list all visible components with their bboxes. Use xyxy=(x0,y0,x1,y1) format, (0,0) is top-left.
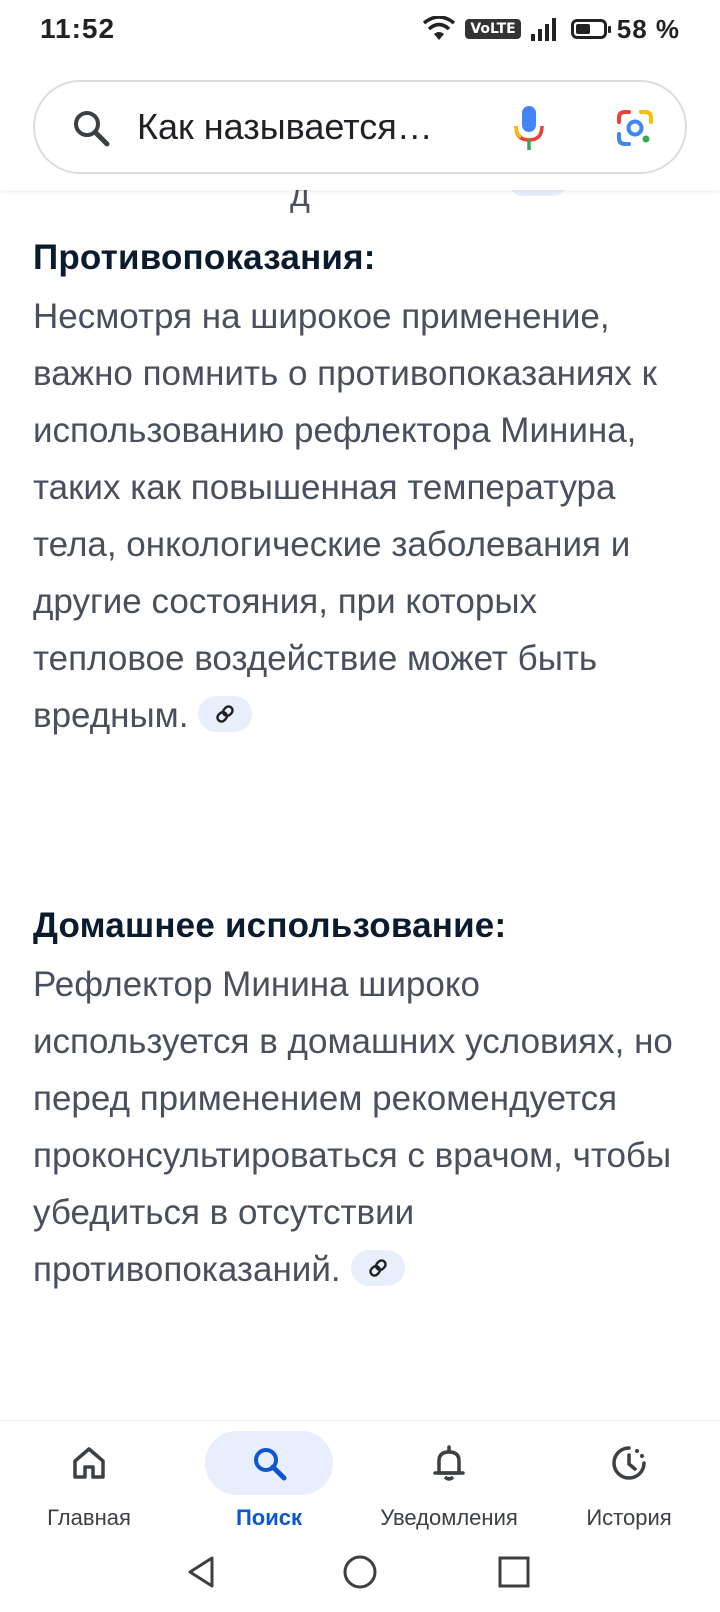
volte-badge: VoLTE xyxy=(465,19,521,39)
source-link-chip[interactable] xyxy=(198,695,253,732)
clipped-link-chip[interactable] xyxy=(510,190,566,196)
battery-fill xyxy=(575,24,590,34)
section-contraindications: Противопоказания: Несмотря на широкое пр… xyxy=(33,238,693,744)
search-bar[interactable]: Как называется… xyxy=(33,80,687,174)
nav-label: Уведомления xyxy=(380,1505,518,1530)
section-text: Несмотря на широкое применение, важно по… xyxy=(33,297,657,735)
section-text: Рефлектор Минина широко используется в д… xyxy=(33,965,673,1289)
search-header: Как называется… xyxy=(0,58,720,190)
home-icon xyxy=(73,1447,105,1479)
search-input[interactable]: Как называется… xyxy=(137,82,433,172)
nav-label: История xyxy=(586,1505,672,1530)
source-link-chip[interactable] xyxy=(350,1249,405,1286)
nav-item-search[interactable]: Поиск xyxy=(184,1421,354,1541)
section-body: Рефлектор Минина широко используется в д… xyxy=(33,956,693,1298)
clipped-text-fragment: д xyxy=(290,190,310,214)
status-bar: 11:52 VoLTE 58 % xyxy=(0,0,720,58)
home-button-icon[interactable] xyxy=(342,1554,378,1590)
nav-label: Главная xyxy=(47,1505,131,1530)
answer-content: д Противопоказания: Несмотря на широкое … xyxy=(0,190,720,1420)
nav-label: Поиск xyxy=(235,1505,303,1530)
status-time: 11:52 xyxy=(40,13,116,44)
signal-icon xyxy=(530,18,556,41)
bottom-navigation: Главная Поиск Уведомления История xyxy=(0,1420,720,1541)
microphone-icon[interactable] xyxy=(513,104,545,152)
nav-item-home[interactable]: Главная xyxy=(4,1421,174,1541)
search-icon xyxy=(254,1448,287,1481)
nav-item-history[interactable]: История xyxy=(544,1421,714,1541)
bell-icon xyxy=(433,1445,465,1481)
battery-percent: 58 % xyxy=(616,13,680,44)
recents-icon[interactable] xyxy=(496,1554,532,1590)
link-icon xyxy=(368,1259,387,1277)
google-lens-icon[interactable] xyxy=(615,108,655,148)
section-title: Противопоказания: xyxy=(33,238,376,277)
history-icon xyxy=(612,1446,646,1480)
status-icons: VoLTE 58 % xyxy=(423,14,680,45)
section-title: Домашнее использование: xyxy=(33,906,507,945)
nav-item-notifications[interactable]: Уведомления xyxy=(364,1421,534,1541)
section-body: Несмотря на широкое применение, важно по… xyxy=(33,288,693,744)
section-home-use: Домашнее использование: Рефлектор Минина… xyxy=(33,906,693,1298)
link-icon xyxy=(216,705,235,723)
search-icon[interactable] xyxy=(71,108,111,148)
back-icon[interactable] xyxy=(184,1554,220,1590)
system-navigation xyxy=(0,1540,720,1612)
battery-icon xyxy=(570,19,611,39)
wifi-icon xyxy=(423,16,456,40)
